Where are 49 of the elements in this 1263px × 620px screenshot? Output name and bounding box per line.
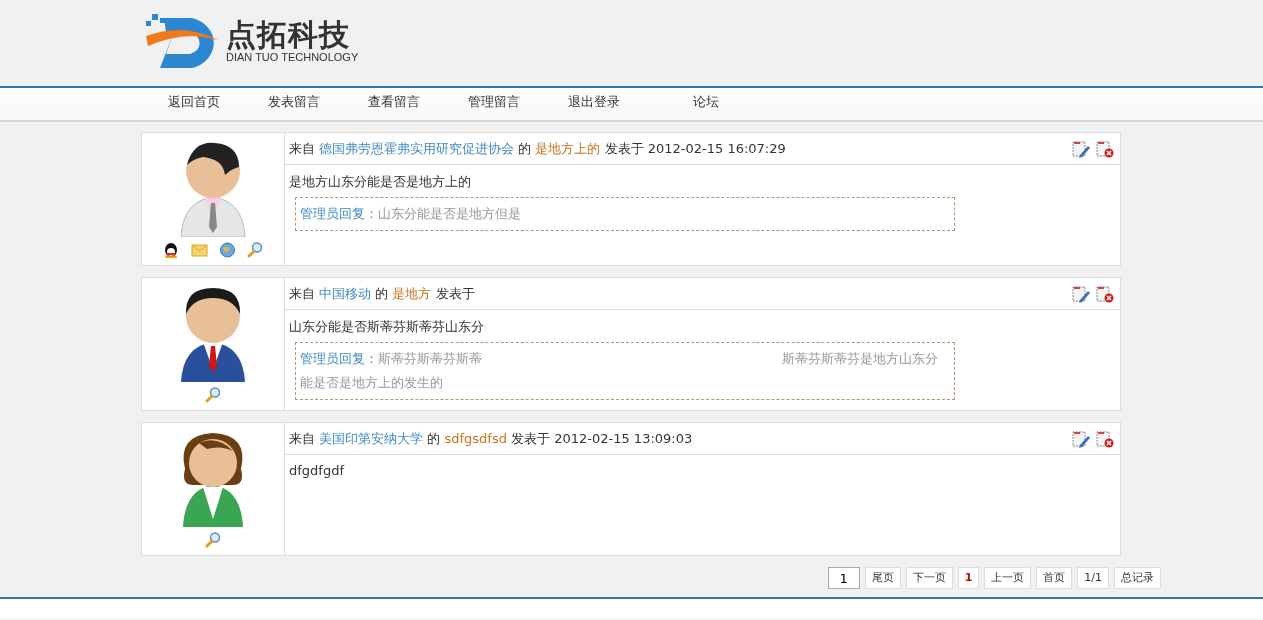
message-text: dfgdfgdf (289, 463, 346, 478)
penguin-icon[interactable] (162, 241, 180, 258)
nav-link[interactable]: 查看留言 (344, 88, 444, 116)
logo-name: 点拓科技 (226, 19, 351, 51)
of-label: 的 (375, 285, 389, 301)
magnifier-icon[interactable] (204, 531, 222, 548)
post-time: 2012-02-15 16:07:29 (647, 140, 786, 156)
author-link[interactable]: sdfgsdfsd (444, 430, 507, 446)
delete-icon[interactable] (1096, 284, 1114, 303)
admin-reply: 管理员回复：斯蒂芬斯蒂芬斯蒂 斯蒂芬斯蒂芬是地方山东分能是否是地方上的发生的 (295, 342, 955, 400)
from-label: 来自 (289, 140, 315, 156)
edit-icon[interactable] (1072, 284, 1090, 303)
nav-link[interactable]: 发表留言 (244, 88, 344, 116)
of-label: 的 (518, 140, 532, 156)
delete-icon[interactable] (1096, 429, 1114, 448)
posted-label: 发表于 (604, 140, 644, 156)
author-link[interactable]: 是地方上的 (535, 140, 601, 156)
pager-link[interactable]: 1/1 (1077, 567, 1109, 589)
nav-link[interactable]: 论坛 (644, 88, 768, 116)
message-text: 是地方山东分能是否是地方上的 (289, 173, 472, 191)
from-label: 来自 (289, 285, 315, 301)
globe-icon[interactable] (218, 241, 236, 258)
author-link[interactable]: 是地方 (392, 285, 432, 301)
place-link[interactable]: 中国移动 (319, 285, 372, 301)
page-input[interactable]: 1 (827, 567, 860, 589)
nav-link[interactable]: 管理留言 (444, 88, 544, 116)
pager-link[interactable]: 上一页 (984, 567, 1032, 589)
posted-label: 发表于 (511, 430, 551, 446)
magnifier-icon[interactable] (204, 386, 222, 403)
message-text: 山东分能是否斯蒂芬斯蒂芬山东分 (289, 318, 485, 336)
pager-link[interactable]: 首页 (1036, 567, 1073, 589)
edit-icon[interactable] (1072, 139, 1090, 158)
post-time: 2012-02-15 13:09:03 (554, 430, 693, 446)
admin-reply: 管理员回复：山东分能是否是地方但是 (295, 197, 955, 231)
magnifier-icon[interactable] (246, 241, 264, 258)
logo-subtitle: DIAN TUO TECHNOLOGY (226, 51, 359, 63)
nav-link[interactable]: 退出登录 (544, 88, 644, 116)
pager-link[interactable]: 尾页 (864, 567, 901, 589)
pager-link[interactable]: 下一页 (905, 567, 953, 589)
of-label: 的 (427, 430, 441, 446)
posted-label: 发表于 (435, 285, 475, 301)
pager-link[interactable]: 1 (957, 567, 980, 589)
delete-icon[interactable] (1096, 139, 1114, 158)
from-label: 来自 (289, 430, 315, 446)
place-link[interactable]: 美国印第安纳大学 (319, 430, 424, 446)
nav-link[interactable]: 返回首页 (144, 88, 244, 116)
edit-icon[interactable] (1072, 429, 1090, 448)
pager-link[interactable]: 总记录 (1114, 567, 1161, 589)
place-link[interactable]: 德国弗劳恩霍弗实用研究促进协会 (319, 140, 515, 156)
